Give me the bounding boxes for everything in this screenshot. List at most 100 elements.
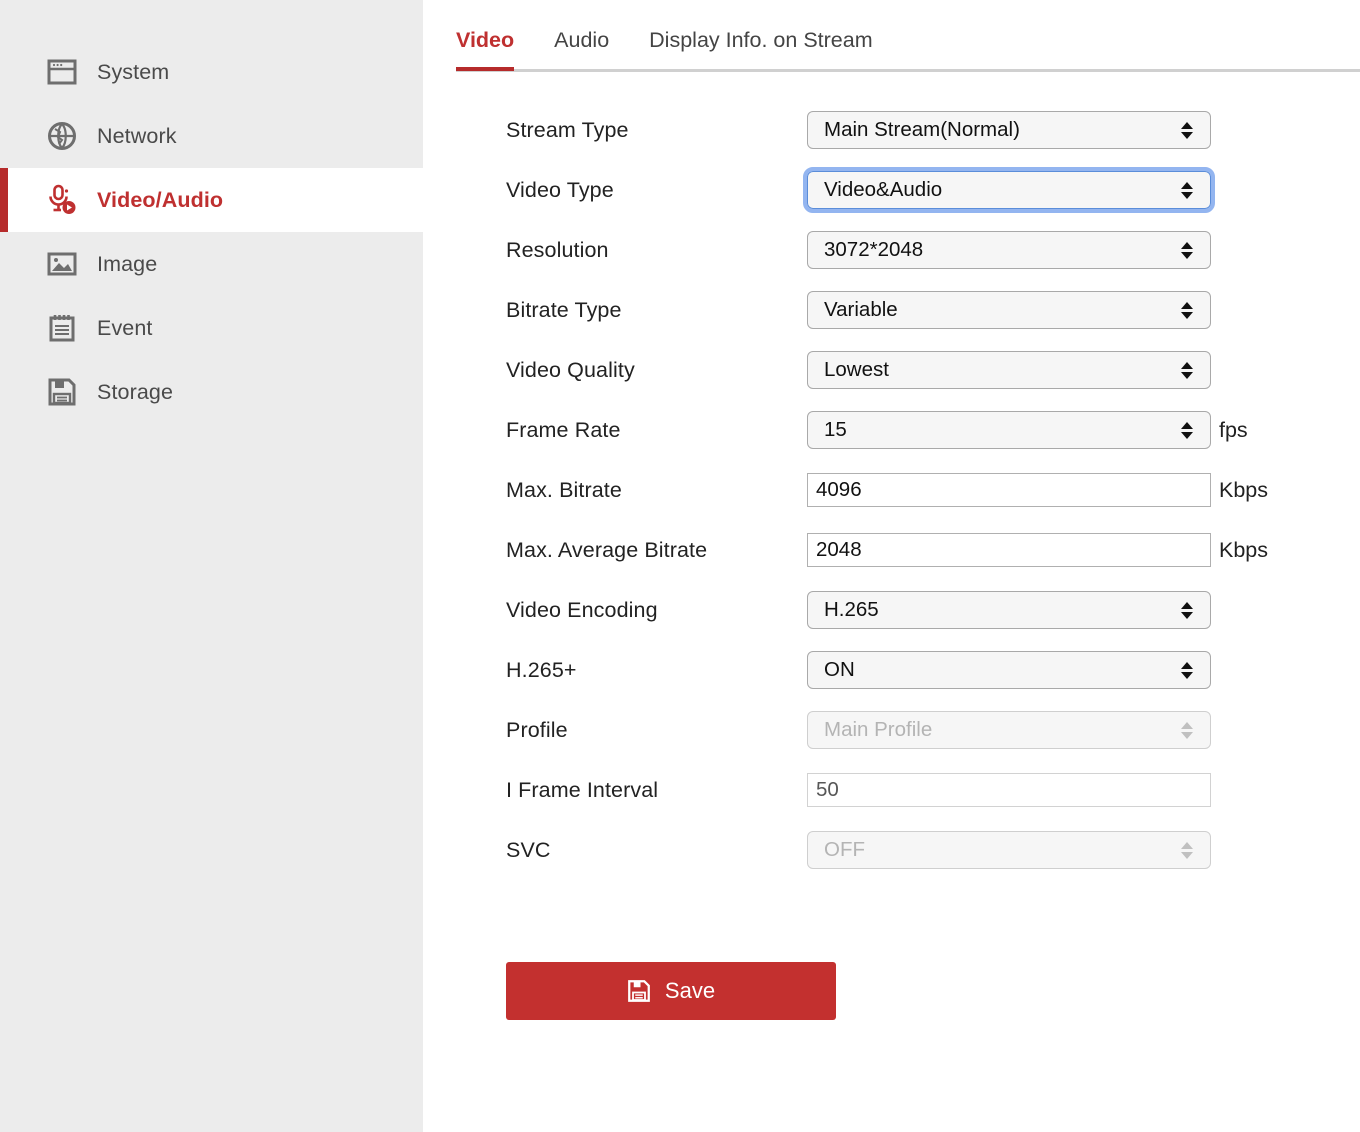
- sidebar-item-network[interactable]: Network: [0, 104, 423, 168]
- tab-video[interactable]: Video: [456, 28, 514, 71]
- control-wrap-video-encoding: H.265: [807, 591, 1211, 629]
- spinner-arrows-icon: [1180, 237, 1194, 263]
- control-wrap-svc: OFF: [807, 831, 1211, 869]
- control-wrap-profile: Main Profile: [807, 711, 1211, 749]
- spinner-arrows-icon: [1180, 717, 1194, 743]
- select-value-bitrate-type: Variable: [824, 298, 1180, 322]
- form-row-profile: Profile Main Profile: [506, 700, 1360, 760]
- select-video-encoding[interactable]: H.265: [807, 591, 1211, 629]
- control-wrap-video-type: Video&Audio: [807, 171, 1211, 209]
- form-row-frame-rate: Frame Rate 15 fps: [506, 400, 1360, 460]
- form-row-h265-plus: H.265+ ON: [506, 640, 1360, 700]
- select-value-frame-rate: 15: [824, 418, 1180, 442]
- window-icon: [45, 55, 79, 89]
- tab-audio[interactable]: Audio: [554, 28, 609, 71]
- label-video-quality: Video Quality: [506, 358, 807, 383]
- form-row-resolution: Resolution 3072*2048: [506, 220, 1360, 280]
- select-value-video-quality: Lowest: [824, 358, 1180, 382]
- form-row-video-quality: Video Quality Lowest: [506, 340, 1360, 400]
- select-value-video-type: Video&Audio: [824, 178, 1180, 202]
- unit-frame-rate: fps: [1219, 418, 1248, 443]
- spinner-arrows-icon: [1180, 297, 1194, 323]
- select-value-resolution: 3072*2048: [824, 238, 1180, 262]
- video-audio-settings-page: System Network: [0, 0, 1360, 1132]
- form-row-max-bitrate: Max. Bitrate4096 Kbps: [506, 460, 1360, 520]
- label-frame-rate: Frame Rate: [506, 418, 807, 443]
- sidebar-item-storage[interactable]: Storage: [0, 360, 423, 424]
- control-wrap-h265-plus: ON: [807, 651, 1211, 689]
- select-value-video-encoding: H.265: [824, 598, 1180, 622]
- sidebar-item-event[interactable]: Event: [0, 296, 423, 360]
- spinner-arrows-icon: [1180, 177, 1194, 203]
- label-video-type: Video Type: [506, 178, 807, 203]
- sidebar-nav: System Network: [0, 0, 423, 1132]
- sidebar-item-system[interactable]: System: [0, 40, 423, 104]
- select-profile: Main Profile: [807, 711, 1211, 749]
- select-video-type[interactable]: Video&Audio: [807, 171, 1211, 209]
- main-content: Video Audio Display Info. on Stream Stre…: [423, 0, 1360, 1132]
- input-i-frame-interval[interactable]: 50: [807, 773, 1211, 807]
- spinner-arrows-icon: [1180, 417, 1194, 443]
- label-max-average-bitrate: Max. Average Bitrate: [506, 538, 807, 563]
- sidebar-item-label: Network: [97, 124, 177, 149]
- label-video-encoding: Video Encoding: [506, 598, 807, 623]
- globe-icon: [45, 119, 79, 153]
- control-wrap-bitrate-type: Variable: [807, 291, 1211, 329]
- tab-label: Audio: [554, 28, 609, 52]
- control-wrap-max-bitrate: 4096 Kbps: [807, 473, 1268, 507]
- control-wrap-video-quality: Lowest: [807, 351, 1211, 389]
- select-value-profile: Main Profile: [824, 718, 1180, 742]
- video-settings-form: Stream Type Main Stream(Normal) Video Type…: [423, 72, 1360, 880]
- spinner-arrows-icon: [1180, 837, 1194, 863]
- unit-max-bitrate: Kbps: [1219, 478, 1268, 503]
- sidebar-item-label: Image: [97, 252, 157, 277]
- control-wrap-stream-type: Main Stream(Normal): [807, 111, 1211, 149]
- control-wrap-i-frame-interval: 50: [807, 773, 1211, 807]
- form-row-video-type: Video Type Video&Audio: [506, 160, 1360, 220]
- picture-icon: [45, 247, 79, 281]
- notepad-icon: [45, 311, 79, 345]
- form-row-bitrate-type: Bitrate Type Variable: [506, 280, 1360, 340]
- label-profile: Profile: [506, 718, 807, 743]
- sidebar-item-label: Event: [97, 316, 152, 341]
- form-row-svc: SVCOFF: [506, 820, 1360, 880]
- save-button[interactable]: Save: [506, 962, 836, 1020]
- form-row-video-encoding: Video Encoding H.265: [506, 580, 1360, 640]
- sidebar-item-label: System: [97, 60, 169, 85]
- label-bitrate-type: Bitrate Type: [506, 298, 807, 323]
- select-value-svc: OFF: [824, 838, 1180, 862]
- label-stream-type: Stream Type: [506, 118, 807, 143]
- label-resolution: Resolution: [506, 238, 807, 263]
- select-value-stream-type: Main Stream(Normal): [824, 118, 1180, 142]
- spinner-arrows-icon: [1180, 117, 1194, 143]
- label-h265-plus: H.265+: [506, 658, 807, 683]
- label-i-frame-interval: I Frame Interval: [506, 778, 807, 803]
- control-wrap-resolution: 3072*2048: [807, 231, 1211, 269]
- select-value-h265-plus: ON: [824, 658, 1180, 682]
- select-svc: OFF: [807, 831, 1211, 869]
- select-h265-plus[interactable]: ON: [807, 651, 1211, 689]
- spinner-arrows-icon: [1180, 657, 1194, 683]
- input-max-bitrate[interactable]: 4096: [807, 473, 1211, 507]
- select-stream-type[interactable]: Main Stream(Normal): [807, 111, 1211, 149]
- select-frame-rate[interactable]: 15: [807, 411, 1211, 449]
- control-wrap-max-average-bitrate: 2048 Kbps: [807, 533, 1268, 567]
- sidebar-item-image[interactable]: Image: [0, 232, 423, 296]
- save-button-container: Save: [423, 880, 1360, 1020]
- label-max-bitrate: Max. Bitrate: [506, 478, 807, 503]
- sidebar-item-label: Video/Audio: [97, 188, 223, 213]
- control-wrap-frame-rate: 15 fps: [807, 411, 1248, 449]
- save-button-label: Save: [665, 978, 715, 1004]
- select-bitrate-type[interactable]: Variable: [807, 291, 1211, 329]
- spinner-arrows-icon: [1180, 597, 1194, 623]
- tab-label: Video: [456, 28, 514, 52]
- tab-display-info-on-stream[interactable]: Display Info. on Stream: [649, 28, 872, 71]
- unit-max-average-bitrate: Kbps: [1219, 538, 1268, 563]
- select-resolution[interactable]: 3072*2048: [807, 231, 1211, 269]
- tab-bar: Video Audio Display Info. on Stream: [456, 0, 1360, 72]
- input-max-average-bitrate[interactable]: 2048: [807, 533, 1211, 567]
- tab-label: Display Info. on Stream: [649, 28, 872, 52]
- form-row-stream-type: Stream Type Main Stream(Normal): [506, 100, 1360, 160]
- select-video-quality[interactable]: Lowest: [807, 351, 1211, 389]
- sidebar-item-video-audio[interactable]: Video/Audio: [0, 168, 423, 232]
